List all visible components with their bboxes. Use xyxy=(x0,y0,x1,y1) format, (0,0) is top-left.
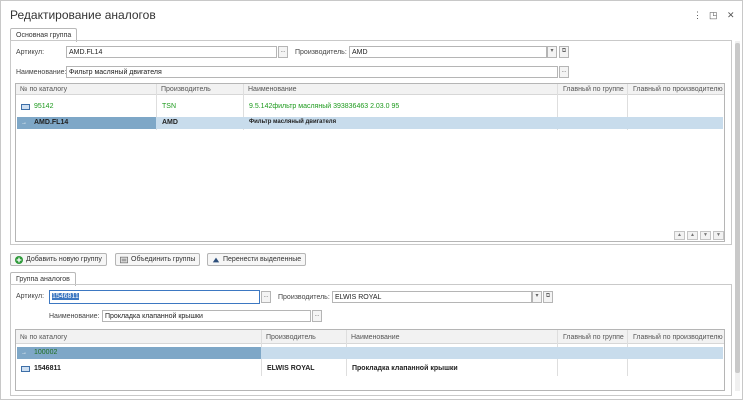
analog-name-select-button[interactable]: ... xyxy=(312,310,322,322)
cell-catalog: 1546811 xyxy=(34,365,61,372)
column-header[interactable]: Главный по группе xyxy=(563,334,624,341)
cell-manufacturer: TSN xyxy=(162,103,176,110)
table-row-selected[interactable]: → 100002 xyxy=(17,347,723,359)
cell-name: Фильтр масляный двигателя xyxy=(249,119,337,125)
column-header[interactable]: Главный по производителю xyxy=(633,86,723,93)
column-header[interactable]: Главный по производителю xyxy=(633,334,723,341)
cell-name: Прокладка клапанной крышки xyxy=(352,365,458,372)
analog-group-table[interactable]: № по каталогу Производитель Наименование… xyxy=(15,329,725,391)
dialog-window: Редактирование аналогов ⋮ ◳ ✕ Основная г… xyxy=(0,0,743,400)
analog-name-input[interactable]: Прокладка клапанной крышки xyxy=(102,310,311,322)
column-header[interactable]: Наименование xyxy=(248,86,297,93)
collapse-arrow-icon[interactable]: → xyxy=(21,350,27,356)
move-last-button[interactable]: ▼ xyxy=(713,231,724,240)
analog-article-input[interactable]: 1546811 xyxy=(49,290,260,304)
scrollbar-thumb[interactable] xyxy=(735,43,740,373)
catalog-item-icon xyxy=(21,366,30,372)
analog-name-label: Наименование: xyxy=(49,313,100,320)
main-analogs-table[interactable]: № по каталогу Производитель Наименование… xyxy=(15,83,725,242)
main-manufacturer-input[interactable]: AMD xyxy=(349,46,547,58)
analog-manufacturer-label: Производитель: xyxy=(278,294,330,301)
move-first-button[interactable]: ▲ xyxy=(674,231,685,240)
main-manufacturer-open-icon[interactable]: ⧉ xyxy=(559,46,569,58)
main-article-select-button[interactable]: ... xyxy=(278,46,288,58)
cell-catalog: 95142 xyxy=(34,103,54,110)
main-article-input[interactable]: AMD.FL14 xyxy=(66,46,277,58)
table-row[interactable]: 1546811 ELWIS ROYAL Прокладка клапанной … xyxy=(17,363,723,375)
main-name-input[interactable]: Фильтр масляный двигателя xyxy=(66,66,558,78)
restore-icon[interactable]: ◳ xyxy=(709,10,718,21)
table-header: № по каталогу Производитель Наименование… xyxy=(16,330,724,344)
merge-groups-label: Объединить группы xyxy=(131,256,196,263)
cell-manufacturer: AMD xyxy=(162,119,178,126)
main-manufacturer-dropdown[interactable]: ▾ xyxy=(547,46,557,58)
triangle-up-icon xyxy=(212,257,220,263)
cell-catalog: 100002 xyxy=(34,349,58,356)
move-selected-label: Перенести выделенные xyxy=(223,256,302,263)
add-circle-icon xyxy=(15,256,23,264)
column-header[interactable]: Производитель xyxy=(161,86,211,93)
column-header[interactable]: Наименование xyxy=(351,334,400,341)
column-header[interactable]: № по каталогу xyxy=(20,86,67,93)
move-up-button[interactable]: ▲ xyxy=(687,231,698,240)
move-down-button[interactable]: ▼ xyxy=(700,231,711,240)
analog-manufacturer-open-icon[interactable]: ⧉ xyxy=(543,291,553,303)
table-header: № по каталогу Производитель Наименование… xyxy=(16,84,724,95)
more-menu-icon[interactable]: ⋮ xyxy=(693,10,702,21)
catalog-item-icon xyxy=(21,104,30,110)
add-group-button[interactable]: Добавить новую группу xyxy=(10,253,107,266)
main-name-select-button[interactable]: ... xyxy=(559,66,569,78)
analog-manufacturer-dropdown[interactable]: ▾ xyxy=(532,291,542,303)
cell-name: 9.5.142фильтр масляный 393836463 2.03.0 … xyxy=(249,103,400,110)
move-selected-button[interactable]: Перенести выделенные xyxy=(207,253,307,266)
close-icon[interactable]: ✕ xyxy=(727,10,735,21)
main-manufacturer-label: Производитель: xyxy=(295,49,347,56)
add-group-label: Добавить новую группу xyxy=(26,256,102,263)
analog-article-select-button[interactable]: ... xyxy=(261,291,271,303)
column-header[interactable]: № по каталогу xyxy=(20,334,67,341)
table-row[interactable]: 95142 TSN 9.5.142фильтр масляный 3938364… xyxy=(17,101,723,113)
cell-manufacturer: ELWIS ROYAL xyxy=(267,365,315,372)
merge-groups-button[interactable]: Объединить группы xyxy=(115,253,201,266)
main-article-label: Артикул: xyxy=(16,49,45,56)
column-header[interactable]: Производитель xyxy=(266,334,316,341)
main-name-label: Наименование: xyxy=(16,69,67,76)
analog-manufacturer-input[interactable]: ELWIS ROYAL xyxy=(332,291,532,303)
collapse-arrow-icon[interactable]: → xyxy=(21,120,27,126)
analog-article-label: Артикул: xyxy=(16,293,45,300)
table-row-selected[interactable]: → AMD.FL14 AMD Фильтр масляный двигателя xyxy=(17,117,723,129)
window-title: Редактирование аналогов xyxy=(10,8,156,22)
merge-icon xyxy=(120,256,128,264)
analog-article-selected-text: 1546811 xyxy=(52,293,79,300)
column-header[interactable]: Главный по группе xyxy=(563,86,624,93)
cell-catalog: AMD.FL14 xyxy=(34,119,69,126)
